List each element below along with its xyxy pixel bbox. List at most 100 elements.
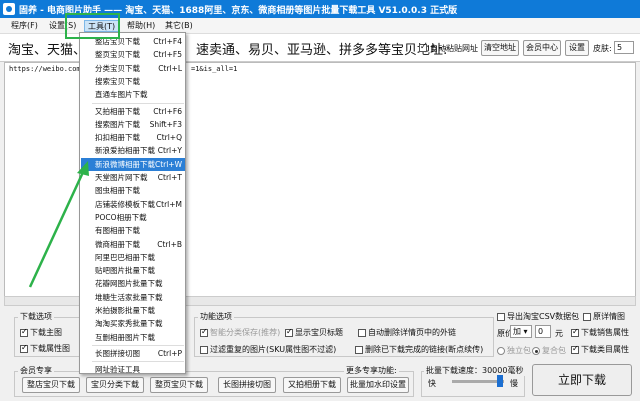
category-attr-checkbox[interactable]	[571, 344, 579, 354]
speed-slider-thumb[interactable]	[497, 375, 503, 387]
tools-menu-item[interactable]: 扣扣相册下载 Ctrl+Q	[81, 131, 185, 144]
skin-select[interactable]: 5	[614, 41, 634, 54]
sales-attr-option[interactable]: 下载销售属性	[571, 327, 629, 338]
tools-menu-item[interactable]: 搜索宝贝下载	[81, 75, 185, 88]
menu-program[interactable]: 程序(F)	[8, 20, 41, 32]
tools-menu-item-label: 搜索图片下载	[95, 119, 140, 129]
show-title-option[interactable]: 显示宝贝标题	[285, 327, 343, 338]
tools-menu-item-shortcut: Ctrl+M	[155, 199, 182, 209]
price-value-input[interactable]: 0	[535, 325, 551, 338]
tools-menu-item[interactable]: 分类宝贝下载 Ctrl+L	[81, 62, 185, 75]
export-csv-checkbox[interactable]	[497, 312, 505, 321]
tools-menu-item[interactable]: 有图相册下载	[81, 224, 185, 237]
tools-menu-item[interactable]: 天堂图片网下载 Ctrl+T	[81, 171, 185, 184]
tools-menu-item[interactable]: 新浪爱拍相册下载 Ctrl+Y	[81, 144, 185, 157]
annotation-highlight-box	[65, 13, 120, 39]
auto-delete-outer-checkbox[interactable]	[358, 328, 366, 337]
export-csv-option[interactable]: 导出淘宝CSV数据包	[497, 311, 579, 322]
tools-menu-item-shortcut: Ctrl+Y	[157, 146, 182, 156]
filter-duplicate-option[interactable]: 过滤重复的图片(SKU属性图不过滤)	[200, 344, 336, 355]
tools-menu-item-shortcut: Ctrl+Q	[156, 133, 182, 143]
filter-duplicate-checkbox[interactable]	[200, 345, 208, 354]
sales-attr-checkbox[interactable]	[571, 327, 579, 337]
tools-menu-item-label: 新浪爱拍相册下载	[95, 146, 155, 156]
tools-menu-item-label: 长图拼接切图	[95, 348, 140, 358]
tools-menu-item[interactable]: 网址验证工具	[81, 363, 185, 376]
url-text-left: https://weibo.com/d	[9, 65, 90, 73]
composite-radio[interactable]	[532, 346, 540, 355]
category-attr-option[interactable]: 下载类目属性	[571, 344, 629, 355]
tools-menu-item[interactable]: 搜索图片下载 Shift+F3	[81, 118, 185, 131]
tools-menu-item-shortcut: Ctrl+B	[157, 239, 182, 249]
tools-menu-item-label: 直通车图片下载	[95, 90, 148, 100]
delete-completed-checkbox[interactable]	[355, 345, 363, 354]
attr-image-checkbox[interactable]	[20, 343, 28, 353]
auto-delete-outer-option[interactable]: 自动删除详情页中的外链	[358, 327, 456, 338]
price-operator-select[interactable]: 加 ▾	[510, 325, 532, 338]
tools-menu-item-label: 花瓣网图片批量下载	[95, 279, 163, 289]
tools-menu-item-shortcut: Ctrl+L	[158, 63, 182, 73]
clear-address-button[interactable]: 清空地址	[481, 40, 519, 56]
show-title-checkbox[interactable]	[285, 327, 293, 337]
member-long-image-button[interactable]: 长图拼接切图	[218, 377, 276, 393]
price-unit: 元	[555, 329, 563, 338]
tools-menu-item-label: 淘淘买家秀批量下载	[95, 319, 163, 329]
auto-paste-label: 自动粘贴网址	[430, 44, 478, 53]
tools-menu-item-shortcut: Ctrl+P	[157, 348, 182, 358]
tools-menu-item[interactable]: 又拍相册下载 Ctrl+F6	[81, 105, 185, 118]
composite-option[interactable]: 复合包	[532, 345, 566, 356]
menu-other[interactable]: 其它(B)	[162, 20, 196, 32]
standalone-option[interactable]: 独立包	[497, 345, 531, 356]
smart-category-option[interactable]: 智能分类保存(推荐)	[200, 327, 280, 338]
tools-menu-item[interactable]: 米拍摄影批量下载	[81, 304, 185, 317]
member-watermark-button[interactable]: 批量加水印设置	[347, 377, 409, 393]
tools-menu-item[interactable]: 堆糖生活家批量下载	[81, 291, 185, 304]
url-label-right: 速卖通、易贝、亚马逊、拼多多等宝贝地址:	[196, 43, 448, 58]
tools-menu-item[interactable]: POCO相册下载	[81, 211, 185, 224]
main-image-checkbox[interactable]	[20, 327, 28, 337]
tools-menu-item-shortcut: Ctrl+F6	[153, 106, 182, 116]
menu-separator	[92, 344, 184, 346]
original-detail-option[interactable]: 原详情图	[583, 311, 625, 322]
tools-menu-item-shortcut: Ctrl+F5	[153, 50, 182, 60]
url-text-right: =1&is_all=1	[191, 65, 238, 73]
tools-menu-item[interactable]: 互删相册图片下载	[81, 331, 185, 344]
settings-button[interactable]: 设置	[565, 40, 589, 56]
menu-help[interactable]: 帮助(H)	[124, 20, 158, 32]
standalone-radio[interactable]	[497, 346, 505, 355]
skin-label: 皮肤:	[593, 44, 612, 53]
tools-menu-item[interactable]: 淘淘买家秀批量下载	[81, 317, 185, 330]
more-features-link[interactable]: 更多专享功能:	[344, 365, 399, 376]
speed-fast-label: 快	[428, 379, 436, 388]
member-shop-download-button[interactable]: 整店宝贝下载	[22, 377, 80, 393]
tools-menu-item[interactable]: 长图拼接切图 Ctrl+P	[81, 347, 185, 360]
original-detail-checkbox[interactable]	[583, 312, 591, 321]
tools-menu-item[interactable]: 阿里巴巴相册下载	[81, 251, 185, 264]
tools-menu-item[interactable]: 店铺装修模板下载 Ctrl+M	[81, 198, 185, 211]
tools-menu-item-label: 米拍摄影批量下载	[95, 306, 155, 315]
tools-menu-item[interactable]: 图虫相册下载	[81, 184, 185, 197]
tools-menu-item[interactable]: 花瓣网图片批量下载	[81, 277, 185, 290]
tools-menu-item-label: 有图相册下载	[95, 226, 140, 236]
member-page-download-button[interactable]: 整页宝贝下载	[150, 377, 208, 393]
tools-menu-item-label: 互删相册图片下载	[95, 332, 155, 342]
tools-menu-item[interactable]: 新浪微博相册下载 Ctrl+W	[81, 157, 185, 171]
main-image-option[interactable]: 下载主图	[20, 327, 62, 338]
tools-menu-item-label: 贴吧图片批量下载	[95, 266, 155, 276]
tools-menu-item-label: 扣扣相册下载	[95, 133, 140, 143]
delete-completed-option[interactable]: 删除已下载完成的链接(断点续传)	[355, 344, 483, 355]
tools-menu-item[interactable]: 直通车图片下载	[81, 88, 185, 101]
attr-image-option[interactable]: 下载属性图	[20, 343, 70, 354]
smart-category-checkbox[interactable]	[200, 327, 208, 337]
tools-menu-item[interactable]: 微商相册下载 Ctrl+B	[81, 238, 185, 251]
speed-slow-label: 慢	[510, 379, 518, 388]
tools-menu-item-label: 网址验证工具	[95, 365, 140, 375]
tools-menu-item[interactable]: 贴吧图片批量下载	[81, 264, 185, 277]
member-category-download-button[interactable]: 宝贝分类下载	[86, 377, 144, 393]
start-download-button[interactable]: 立即下载	[532, 364, 632, 396]
tools-menu-item[interactable]: 整页宝贝下载 Ctrl+F5	[81, 48, 185, 61]
member-youpai-button[interactable]: 又拍相册下载	[283, 377, 341, 393]
tools-menu-item-label: 阿里巴巴相册下载	[95, 252, 155, 262]
member-center-button[interactable]: 会员中心	[523, 40, 561, 56]
auto-paste-checkbox[interactable]	[419, 42, 427, 52]
